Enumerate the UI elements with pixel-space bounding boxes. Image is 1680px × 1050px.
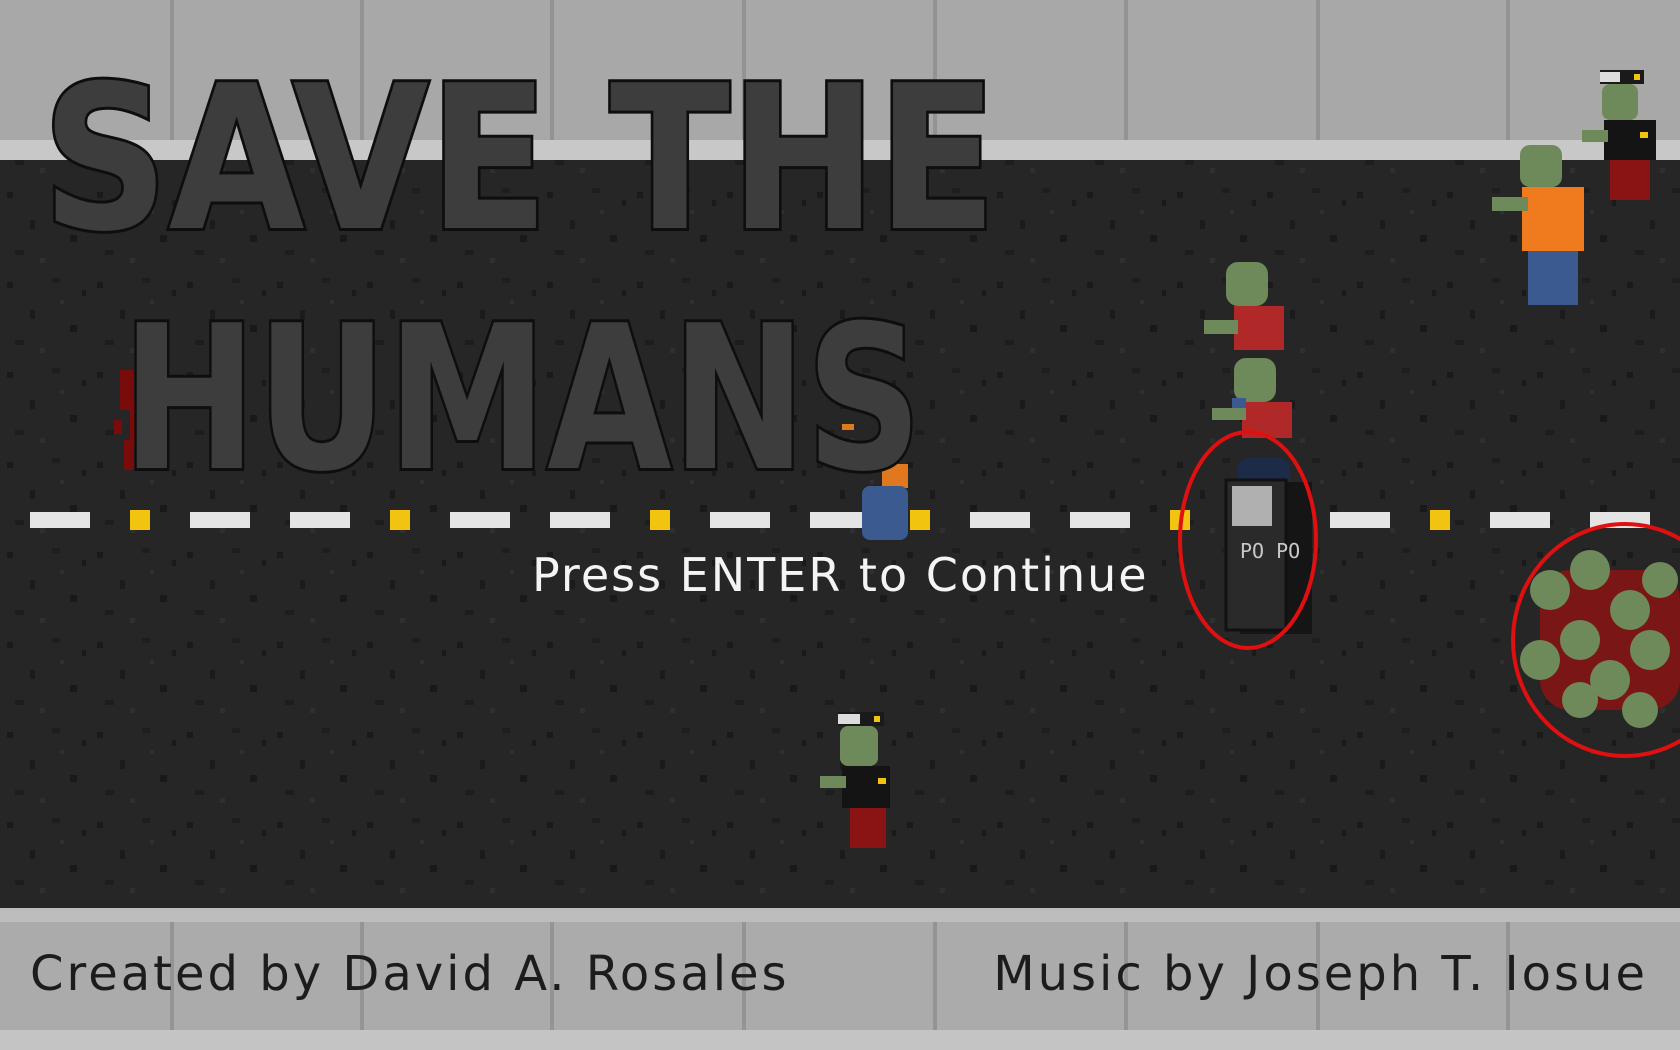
shield-text: PO PO (1240, 539, 1300, 563)
created-by-credit: Created by David A. Rosales (30, 946, 790, 1002)
music-by-credit: Music by Joseph T. Iosue (993, 946, 1648, 1002)
title-line-2: HUMANS (122, 283, 922, 480)
press-enter-prompt[interactable]: Press ENTER to Continue (532, 548, 1149, 602)
game-title: SAVE THE HUMANS (39, 40, 1000, 480)
title-line-1: SAVE THE (42, 43, 997, 276)
